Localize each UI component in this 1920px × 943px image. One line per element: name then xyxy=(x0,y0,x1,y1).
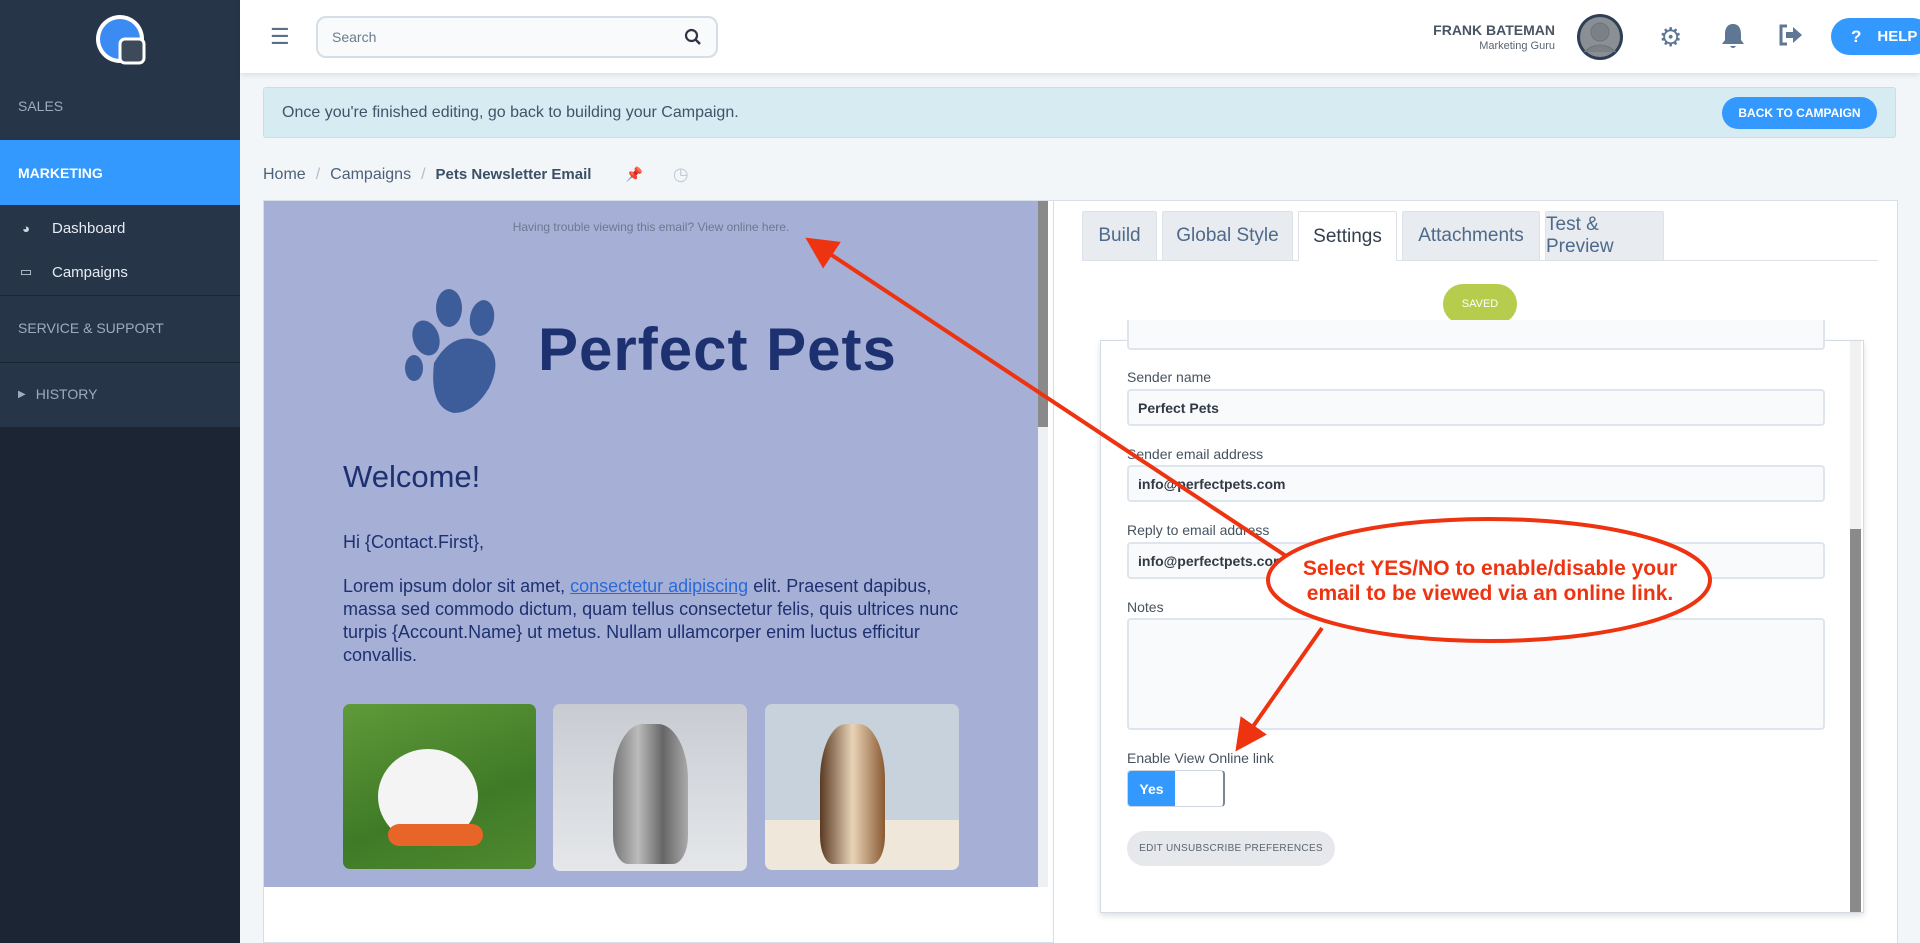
caret-right-icon: ▶ xyxy=(18,388,26,400)
tab-global-style[interactable]: Global Style xyxy=(1162,211,1293,260)
user-info[interactable]: FRANK BATEMAN Marketing Guru xyxy=(1433,22,1555,52)
email-body: Lorem ipsum dolor sit amet, consectetur … xyxy=(343,575,963,667)
help-label: HELP xyxy=(1877,28,1918,45)
paw-logo-icon xyxy=(405,289,496,413)
help-button[interactable]: ? HELP xyxy=(1831,18,1920,55)
body-link[interactable]: consectetur adipiscing xyxy=(570,576,748,596)
email-greeting: Hi {Contact.First}, xyxy=(343,532,485,552)
body-text: Lorem ipsum dolor sit amet, xyxy=(343,576,571,596)
annotation-text: Select YES/NO to enable/disable your ema… xyxy=(1280,556,1700,606)
inbox-icon: ▭ xyxy=(19,264,33,279)
settings-gears-icon[interactable]: ⚙ xyxy=(1659,22,1682,53)
kitten-image xyxy=(553,704,747,871)
reply-email-value: info@perfectpets.com xyxy=(1138,552,1286,569)
notes-textarea[interactable] xyxy=(1127,618,1825,730)
search-icon[interactable] xyxy=(684,28,702,46)
tab-settings[interactable]: Settings xyxy=(1298,211,1397,261)
sidebar-item-sales[interactable]: SALES xyxy=(0,92,240,120)
history-clock-icon[interactable]: ◷ xyxy=(673,164,689,185)
logo-icon[interactable] xyxy=(93,12,147,66)
back-to-campaign-button[interactable]: BACK TO CAMPAIGN xyxy=(1722,97,1877,129)
sidebar-item-dashboard[interactable]: ◕ Dashboard xyxy=(0,215,240,241)
puppy-image xyxy=(765,704,959,870)
reply-email-label: Reply to email address xyxy=(1127,522,1270,538)
preview-scrollbar[interactable] xyxy=(1038,201,1048,887)
email-heading: Welcome! xyxy=(343,459,481,494)
sender-email-label: Sender email address xyxy=(1127,446,1264,462)
dashboard-icon: ◕ xyxy=(22,220,30,236)
history-label: HISTORY xyxy=(35,386,98,402)
email-preview: Having trouble viewing this email? View … xyxy=(264,201,1038,887)
logout-icon[interactable] xyxy=(1778,24,1804,51)
breadcrumb-campaigns[interactable]: Campaigns xyxy=(330,166,411,184)
sender-name-label: Sender name xyxy=(1127,369,1212,385)
info-banner: Once you're finished editing, go back to… xyxy=(263,87,1896,138)
search-placeholder: Search xyxy=(332,29,377,45)
sidebar-item-marketing[interactable]: MARKETING xyxy=(0,140,240,205)
banner-text: Once you're finished editing, go back to… xyxy=(282,103,739,121)
sidebar-item-campaigns[interactable]: ▭ Campaigns xyxy=(0,259,240,285)
form-scrollbar[interactable] xyxy=(1850,341,1861,912)
sender-name-input[interactable]: Perfect Pets xyxy=(1127,389,1825,426)
user-role: Marketing Guru xyxy=(1479,40,1555,52)
sidebar-item-service[interactable]: SERVICE & SUPPORT xyxy=(0,315,240,341)
breadcrumb: Home / Campaigns / Pets Newsletter Email 📌… xyxy=(263,164,689,185)
previous-field-input[interactable] xyxy=(1127,320,1825,350)
avatar[interactable] xyxy=(1577,14,1623,60)
brand-name: Perfect Pets xyxy=(538,316,897,383)
dashboard-label: Dashboard xyxy=(52,219,126,237)
sender-name-value: Perfect Pets xyxy=(1138,399,1219,416)
notes-label: Notes xyxy=(1127,599,1164,615)
view-online-link[interactable]: Having trouble viewing this email? View … xyxy=(264,220,1038,234)
breadcrumb-home[interactable]: Home xyxy=(263,166,306,184)
hamburger-menu-icon[interactable]: ☰ xyxy=(270,24,290,50)
question-icon: ? xyxy=(1851,26,1862,46)
campaigns-label: Campaigns xyxy=(52,263,128,281)
pin-icon[interactable]: 📌 xyxy=(625,166,642,183)
saved-status-badge: SAVED xyxy=(1443,284,1517,324)
sidebar-item-history[interactable]: ▶ HISTORY xyxy=(0,381,240,407)
view-online-toggle[interactable]: Yes xyxy=(1127,770,1225,807)
toggle-yes: Yes xyxy=(1128,771,1175,806)
view-online-label: Enable View Online link xyxy=(1127,750,1274,766)
tab-test-preview[interactable]: Test & Preview xyxy=(1545,211,1664,260)
notifications-bell-icon[interactable] xyxy=(1720,22,1746,55)
breadcrumb-current: Pets Newsletter Email xyxy=(435,166,592,183)
search-input[interactable]: Search xyxy=(316,16,718,58)
rabbit-image xyxy=(343,704,536,869)
tab-build[interactable]: Build xyxy=(1082,211,1157,260)
annotation-line-2: email to be viewed via an online link. xyxy=(1306,582,1674,605)
tab-attachments[interactable]: Attachments xyxy=(1402,211,1540,260)
sender-email-value: info@perfectpets.com xyxy=(1138,475,1286,492)
user-name: FRANK BATEMAN xyxy=(1433,22,1555,38)
annotation-line-1: Select YES/NO to enable/disable your xyxy=(1302,557,1678,580)
sender-email-input[interactable]: info@perfectpets.com xyxy=(1127,465,1825,502)
edit-unsubscribe-button[interactable]: EDIT UNSUBSCRIBE PREFERENCES xyxy=(1127,831,1335,866)
